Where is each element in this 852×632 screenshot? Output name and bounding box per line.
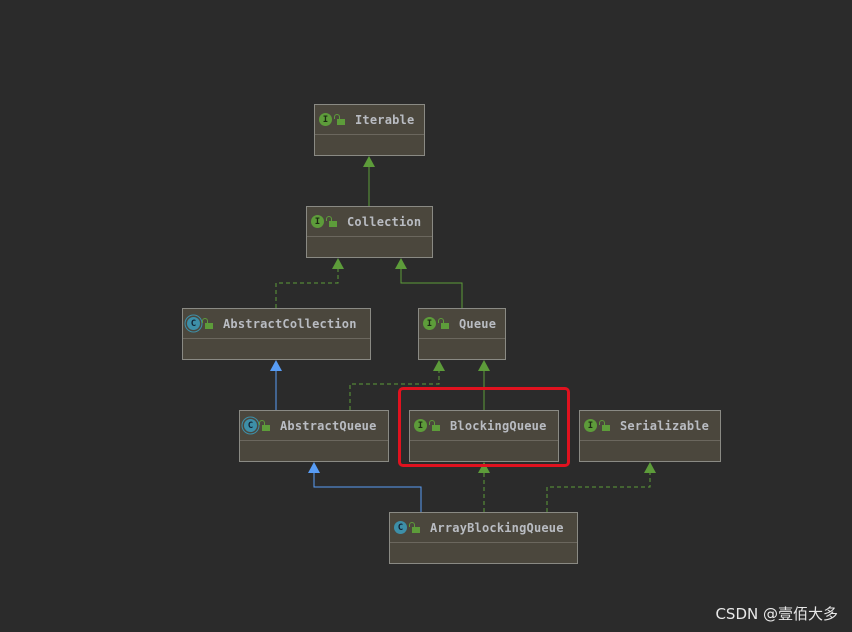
edge-abstractcollection-collection [275,262,339,308]
arrow-head [395,258,407,269]
public-lock-icon [334,114,345,125]
diagram-canvas: I Iterable I Collection C AbstractCollectio… [0,0,852,632]
node-label: AbstractCollection [223,316,357,331]
edge-queue-collection [400,262,463,308]
arrow-head [644,462,656,473]
edge-arrayblockingqueue-serializable [546,466,651,512]
arrow-head [270,360,282,371]
node-iterable[interactable]: I Iterable [314,104,425,156]
arrow-head [332,258,344,269]
interface-icon: I [319,113,332,126]
node-label: Queue [459,316,497,331]
node-label: AbstractQueue [280,418,377,433]
public-lock-icon [259,420,270,431]
public-lock-icon [409,522,420,533]
interface-icon: I [584,419,597,432]
node-label: Serializable [620,418,710,433]
watermark: CSDN @壹佰大多 [715,605,838,623]
public-lock-icon [599,420,610,431]
node-label: Iterable [355,112,415,127]
arrow-head [433,360,445,371]
node-collection[interactable]: I Collection [306,206,433,258]
node-abstractcollection[interactable]: C AbstractCollection [182,308,371,360]
node-arrayblockingqueue[interactable]: C ArrayBlockingQueue [389,512,578,564]
arrow-head [308,462,320,473]
node-label: ArrayBlockingQueue [430,520,564,535]
node-label: Collection [347,214,422,229]
public-lock-icon [326,216,337,227]
interface-icon: I [311,215,324,228]
class-icon: C [394,521,407,534]
node-abstractqueue[interactable]: C AbstractQueue [239,410,389,462]
node-serializable[interactable]: I Serializable [579,410,721,462]
node-queue[interactable]: I Queue [418,308,506,360]
abstract-class-icon: C [244,419,257,432]
arrow-head [478,360,490,371]
abstract-class-icon: C [187,317,200,330]
arrow-head [363,156,375,167]
highlight-box [398,387,570,467]
interface-icon: I [423,317,436,330]
public-lock-icon [202,318,213,329]
public-lock-icon [438,318,449,329]
edge-arrayblockingqueue-abstractqueue [313,467,422,512]
